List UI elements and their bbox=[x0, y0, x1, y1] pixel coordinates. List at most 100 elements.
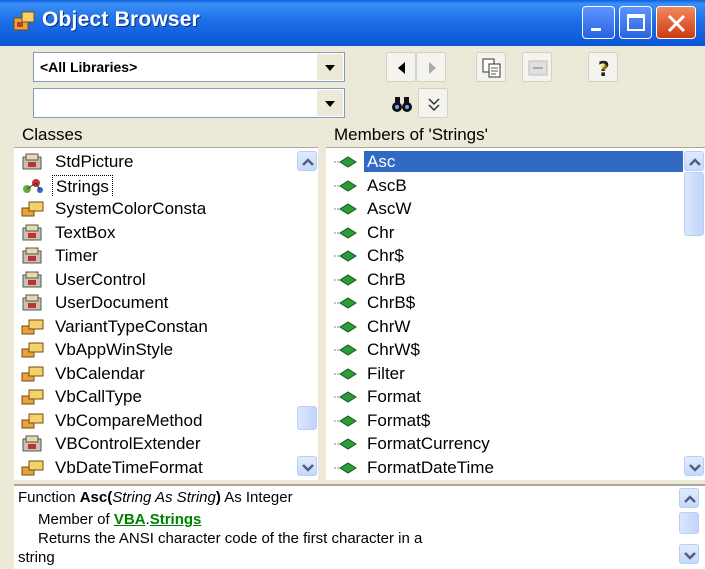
scroll-thumb[interactable] bbox=[297, 406, 317, 430]
scroll-down-button[interactable] bbox=[679, 544, 699, 564]
help-button[interactable]: ? bbox=[588, 52, 618, 82]
copy-button[interactable] bbox=[476, 52, 506, 82]
class-link[interactable]: Strings bbox=[150, 511, 202, 528]
help-icon: ? bbox=[598, 57, 610, 81]
chevron-down-icon bbox=[325, 101, 335, 107]
class-item[interactable]: Timer bbox=[14, 244, 296, 267]
chevron-down-icon bbox=[689, 464, 701, 472]
class-item[interactable]: VariantTypeConstan bbox=[14, 315, 296, 338]
class-icon bbox=[20, 271, 46, 289]
class-icon bbox=[20, 294, 46, 312]
chevron-down-icon bbox=[302, 464, 314, 472]
method-icon bbox=[332, 388, 358, 406]
class-item[interactable]: VbAppWinStyle bbox=[14, 338, 296, 361]
class-item[interactable]: UserDocument bbox=[14, 291, 296, 314]
member-item[interactable]: AscB bbox=[326, 174, 683, 197]
member-item-label: FormatDateTime bbox=[367, 457, 494, 477]
class-item[interactable]: VBControlExtender bbox=[14, 432, 296, 455]
chevron-up-icon bbox=[689, 158, 701, 166]
member-item[interactable]: Asc bbox=[326, 150, 683, 173]
method-icon bbox=[332, 294, 358, 312]
enum-icon bbox=[20, 459, 46, 477]
enum-icon bbox=[20, 365, 46, 383]
class-item-label: UserDocument bbox=[55, 293, 169, 312]
title-bar[interactable]: Object Browser bbox=[0, 0, 705, 46]
show-hide-search-button[interactable] bbox=[418, 88, 448, 118]
view-definition-button[interactable] bbox=[522, 52, 552, 82]
member-item-label: Asc bbox=[364, 151, 683, 172]
scroll-up-button[interactable] bbox=[679, 488, 699, 508]
scroll-down-button[interactable] bbox=[684, 456, 704, 476]
member-item[interactable]: Format bbox=[326, 385, 683, 408]
member-item-label: Format$ bbox=[367, 410, 431, 430]
class-item[interactable]: VbDateTimeFormat bbox=[14, 456, 296, 479]
window-title: Object Browser bbox=[42, 8, 201, 31]
search-button[interactable] bbox=[386, 88, 416, 118]
method-icon bbox=[332, 341, 358, 359]
class-item[interactable]: UserControl bbox=[14, 268, 296, 291]
description-summary-1: Returns the ANSI character code of the f… bbox=[38, 530, 423, 547]
scroll-thumb[interactable] bbox=[679, 512, 699, 534]
member-item[interactable]: Chr bbox=[326, 221, 683, 244]
scroll-thumb[interactable] bbox=[684, 172, 704, 236]
classes-list[interactable]: StdPicture Strings SystemColorConsta TextBo… bbox=[14, 150, 296, 480]
member-item-label: Chr$ bbox=[367, 246, 404, 265]
description-member-of: Member of VBA.Strings bbox=[38, 511, 201, 528]
chevron-up-icon bbox=[684, 495, 696, 503]
method-icon bbox=[332, 200, 358, 218]
classes-scrollbar[interactable] bbox=[296, 150, 318, 480]
class-item-label: VariantTypeConstan bbox=[55, 316, 208, 336]
members-list[interactable]: Asc AscB AscW Chr Chr$ ChrB ChrB$ ChrW ChrW$ Filt… bbox=[326, 150, 683, 480]
member-item[interactable]: Format$ bbox=[326, 409, 683, 432]
maximize-button[interactable] bbox=[619, 6, 652, 39]
member-item[interactable]: ChrW$ bbox=[326, 338, 683, 361]
member-item[interactable]: ChrB$ bbox=[326, 291, 683, 314]
minimize-icon bbox=[591, 28, 601, 31]
module-icon bbox=[20, 177, 46, 195]
description-scrollbar[interactable] bbox=[678, 486, 700, 569]
method-icon bbox=[332, 435, 358, 453]
scroll-up-button[interactable] bbox=[684, 151, 704, 171]
class-item-label: Timer bbox=[55, 246, 98, 265]
member-item[interactable]: AscW bbox=[326, 197, 683, 220]
member-item[interactable]: FormatCurrency bbox=[326, 432, 683, 455]
member-of-label: Member of bbox=[38, 511, 114, 528]
member-item[interactable]: Filter bbox=[326, 362, 683, 385]
class-item[interactable]: SystemColorConsta bbox=[14, 197, 296, 220]
class-item-label: VbDateTimeFormat bbox=[55, 457, 203, 477]
library-combo-value: <All Libraries> bbox=[40, 59, 138, 75]
member-item[interactable]: ChrB bbox=[326, 268, 683, 291]
class-item[interactable]: TextBox bbox=[14, 221, 296, 244]
panel-splitter[interactable] bbox=[318, 122, 326, 480]
members-scrollbar[interactable] bbox=[683, 150, 705, 480]
library-combo-dropdown[interactable] bbox=[317, 54, 343, 80]
class-item-label: VbCompareMethod bbox=[55, 410, 203, 430]
member-item-label: AscW bbox=[367, 199, 412, 218]
class-item[interactable]: Strings bbox=[14, 174, 296, 197]
back-button[interactable] bbox=[386, 52, 416, 82]
signature-kind: Function bbox=[18, 489, 80, 506]
member-item[interactable]: FormatDateTime bbox=[326, 456, 683, 479]
class-icon bbox=[20, 247, 46, 265]
library-combo[interactable]: <All Libraries> bbox=[33, 52, 345, 82]
class-item-label: StdPicture bbox=[55, 152, 134, 171]
search-combo[interactable] bbox=[33, 88, 345, 118]
chevron-down-icon bbox=[325, 65, 335, 71]
class-item[interactable]: StdPicture bbox=[14, 150, 296, 173]
member-item[interactable]: Chr$ bbox=[326, 244, 683, 267]
object-browser-icon bbox=[13, 11, 35, 31]
binoculars-icon bbox=[392, 97, 412, 112]
scroll-down-button[interactable] bbox=[297, 456, 317, 476]
scroll-up-button[interactable] bbox=[297, 151, 317, 171]
class-item-label: VbAppWinStyle bbox=[55, 340, 174, 359]
close-button[interactable] bbox=[656, 6, 696, 39]
class-item[interactable]: VbCallType bbox=[14, 385, 296, 408]
class-item[interactable]: VbCompareMethod bbox=[14, 409, 296, 432]
member-item[interactable]: ChrW bbox=[326, 315, 683, 338]
class-item[interactable]: VbCalendar bbox=[14, 362, 296, 385]
library-link[interactable]: VBA bbox=[114, 511, 146, 528]
forward-button[interactable] bbox=[416, 52, 446, 82]
search-combo-dropdown[interactable] bbox=[317, 90, 343, 116]
minimize-button[interactable] bbox=[582, 6, 615, 39]
enum-icon bbox=[20, 318, 46, 336]
